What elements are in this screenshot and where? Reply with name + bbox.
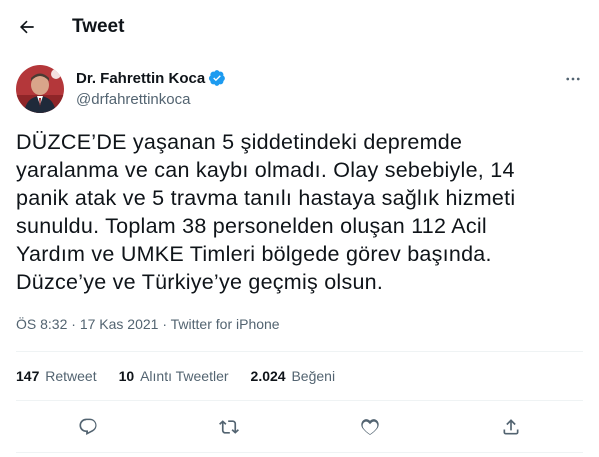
divider bbox=[16, 452, 583, 453]
retweets-count: 147 bbox=[16, 368, 40, 384]
avatar[interactable] bbox=[16, 65, 64, 113]
quotes-label: Alıntı Tweetler bbox=[140, 368, 229, 384]
likes-label: Beğeni bbox=[291, 368, 336, 384]
tweet-meta: ÖS 8:32 · 17 Kas 2021 · Twitter for iPho… bbox=[16, 316, 280, 332]
retweets-label: Retweet bbox=[45, 368, 97, 384]
page-title: Tweet bbox=[72, 16, 125, 37]
author-handle[interactable]: @drfahrettinkoca bbox=[76, 91, 190, 108]
share-icon bbox=[503, 419, 519, 435]
tweet-line: yaralanma ve can kaybı olmadı. Olay sebe… bbox=[16, 158, 515, 182]
quotes-count: 10 bbox=[118, 368, 135, 384]
more-icon bbox=[566, 77, 580, 81]
verified-badge-icon bbox=[209, 70, 226, 86]
reply-icon bbox=[79, 418, 97, 436]
like-button[interactable] bbox=[353, 410, 387, 444]
tweet-stats: 147 Retweet 10 Alıntı Tweetler 2.024 Beğ… bbox=[16, 368, 357, 384]
meta-separator: · bbox=[71, 316, 76, 332]
author-name[interactable]: Dr. Fahrettin Koca bbox=[76, 70, 205, 87]
divider bbox=[16, 400, 583, 401]
likes-count: 2.024 bbox=[250, 368, 286, 384]
tweet-text: DÜZCE’DE yaşanan 5 şiddetindeki depremde… bbox=[16, 128, 586, 296]
meta-separator: · bbox=[162, 316, 168, 332]
reply-button[interactable] bbox=[71, 410, 105, 444]
tweet-line: Yardım ve UMKE Timleri bölgede görev baş… bbox=[16, 242, 492, 266]
tweet-date[interactable]: 17 Kas 2021 bbox=[80, 316, 159, 332]
author-name-row[interactable]: Dr. Fahrettin Koca bbox=[76, 69, 226, 87]
tweet-time[interactable]: ÖS 8:32 bbox=[16, 316, 67, 332]
tweet-source[interactable]: Twitter for iPhone bbox=[171, 316, 280, 332]
more-button[interactable] bbox=[558, 64, 588, 94]
divider bbox=[16, 351, 583, 352]
tweet-line: DÜZCE’DE yaşanan 5 şiddetindeki depremde bbox=[16, 130, 463, 154]
retweet-button[interactable] bbox=[212, 410, 246, 444]
likes-stat[interactable]: 2.024 Beğeni bbox=[251, 368, 336, 384]
header: Tweet bbox=[0, 0, 599, 54]
tweet-line: Düzce’ye ve Türkiye’ye geçmiş olsun. bbox=[16, 270, 384, 294]
tweet-actions bbox=[0, 410, 599, 444]
tweet-line: panik atak ve 5 travma tanılı hastaya sa… bbox=[16, 186, 516, 210]
retweets-stat[interactable]: 147 Retweet bbox=[16, 368, 97, 384]
quotes-stat[interactable]: 10 Alıntı Tweetler bbox=[119, 368, 229, 384]
tweet-line: sunuldu. Toplam 38 personelden oluşan 11… bbox=[16, 214, 487, 238]
share-button[interactable] bbox=[494, 410, 528, 444]
arrow-left-icon bbox=[19, 20, 34, 34]
back-button[interactable] bbox=[12, 12, 42, 42]
like-icon bbox=[361, 419, 379, 435]
retweet-icon bbox=[219, 420, 239, 434]
